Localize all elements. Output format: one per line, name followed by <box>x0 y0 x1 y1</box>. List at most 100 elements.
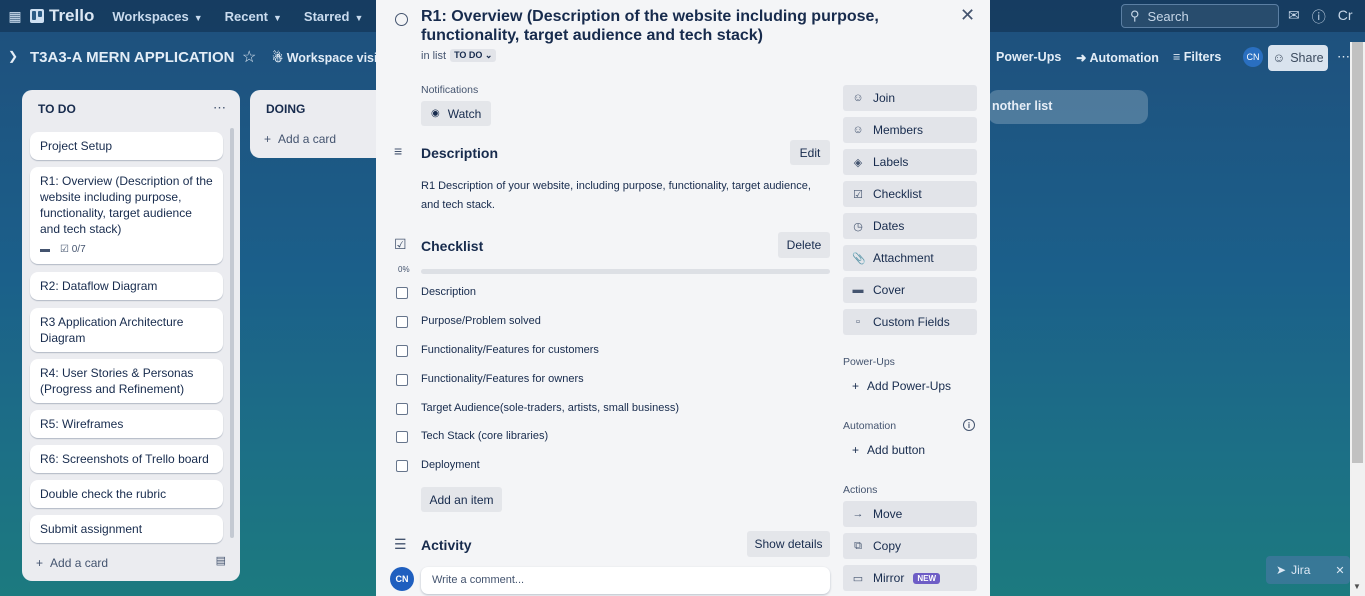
trello-logo[interactable]: Trello <box>30 6 94 26</box>
arrow-right-icon: → <box>852 508 864 520</box>
card-title[interactable]: R1: Overview (Description of the website… <box>421 7 891 45</box>
checkbox[interactable] <box>396 460 408 472</box>
plus-icon: + <box>852 443 860 457</box>
search-input[interactable]: ⚲ Search <box>1121 4 1279 28</box>
members-button[interactable]: ☺ Members <box>843 117 977 143</box>
checkbox[interactable] <box>396 431 408 443</box>
checkbox[interactable] <box>396 403 408 415</box>
watch-button[interactable]: ◉ Watch <box>421 101 491 126</box>
activity-title: Activity <box>421 537 472 553</box>
account-label[interactable]: Cr <box>1338 7 1353 27</box>
card-r6[interactable]: R6: Screenshots of Trello board <box>30 445 223 473</box>
nav-workspaces[interactable]: Workspaces ▼ <box>112 9 202 24</box>
mirror-button[interactable]: ▭ Mirror NEW <box>843 565 977 591</box>
chevron-right-icon[interactable]: ❯ <box>8 49 18 63</box>
app-switcher-icon[interactable]: ▦ <box>0 8 30 25</box>
checklist-title[interactable]: Checklist <box>421 238 483 254</box>
card-complete-radio[interactable] <box>395 13 408 26</box>
checklist-icon: ☑ <box>853 188 863 201</box>
checklist-item[interactable]: Description <box>396 286 476 299</box>
card-r3[interactable]: R3 Application Architecture Diagram <box>30 308 223 352</box>
attachment-button[interactable]: 📎 Attachment <box>843 245 977 271</box>
edit-description-button[interactable]: Edit <box>790 140 830 165</box>
scrollbar-thumb[interactable] <box>1352 42 1363 463</box>
labels-button[interactable]: ◈ Labels <box>843 149 977 175</box>
star-icon[interactable]: ☆ <box>242 47 256 67</box>
paperclip-icon: 📎 <box>852 252 866 265</box>
card-template-icon[interactable]: ▤ <box>216 554 226 567</box>
close-icon[interactable]: ✕ <box>960 5 975 26</box>
jira-icon: ➤ <box>1276 563 1287 577</box>
clock-icon: ◷ <box>853 220 863 233</box>
card-r2[interactable]: R2: Dataflow Diagram <box>30 272 223 300</box>
add-card-button[interactable]: + Add a card <box>36 556 108 570</box>
add-card-button[interactable]: + Add a card <box>264 132 336 146</box>
checklist-item[interactable]: Target Audience(sole-traders, artists, s… <box>396 402 679 415</box>
list-menu-icon[interactable]: ⋯ <box>213 100 226 116</box>
checklist-item[interactable]: Functionality/Features for owners <box>396 373 584 386</box>
more-icon[interactable]: ⋯ <box>1337 49 1350 65</box>
nav-starred[interactable]: Starred ▼ <box>304 9 363 24</box>
cover-button[interactable]: ▬ Cover <box>843 277 977 303</box>
card-rubric[interactable]: Double check the rubric <box>30 480 223 508</box>
in-list-indicator: in list TO DO ⌄ <box>421 49 497 62</box>
info-icon[interactable]: i <box>963 419 975 431</box>
dates-button[interactable]: ◷ Dates <box>843 213 977 239</box>
card-project-setup[interactable]: Project Setup <box>30 132 223 160</box>
delete-checklist-button[interactable]: Delete <box>778 232 830 258</box>
add-button-button[interactable]: + Add button <box>852 443 925 457</box>
show-details-button[interactable]: Show details <box>747 531 830 557</box>
filters-button[interactable]: ≡ Filters <box>1173 50 1221 64</box>
eye-icon: ◉ <box>431 108 440 119</box>
list-title[interactable]: TO DO <box>38 102 76 116</box>
automation-button[interactable]: ➜ Automation <box>1076 50 1159 65</box>
checkbox[interactable] <box>396 287 408 299</box>
add-checklist-item-button[interactable]: Add an item <box>421 487 502 512</box>
share-button[interactable]: ☺ Share <box>1268 45 1328 71</box>
card-r5[interactable]: R5: Wireframes <box>30 410 223 438</box>
add-another-list-button[interactable]: nother list <box>988 90 1148 124</box>
checkbox[interactable] <box>396 374 408 386</box>
list-title[interactable]: DOING <box>266 102 305 116</box>
card-r1-overview[interactable]: R1: Overview (Description of the website… <box>30 167 223 264</box>
checkbox[interactable] <box>396 345 408 357</box>
plus-icon: + <box>264 132 272 146</box>
chevron-down-icon: ▼ <box>273 12 282 23</box>
card-r4[interactable]: R4: User Stories & Personas (Progress an… <box>30 359 223 403</box>
card-submit[interactable]: Submit assignment <box>30 515 223 543</box>
join-button[interactable]: ☺ Join <box>843 85 977 111</box>
custom-fields-icon: ▫ <box>856 316 860 328</box>
nav-recent[interactable]: Recent ▼ <box>225 9 282 24</box>
copy-button[interactable]: ⧉ Copy <box>843 533 977 559</box>
move-button[interactable]: → Move <box>843 501 977 527</box>
mirror-icon: ▭ <box>852 572 864 585</box>
board-title[interactable]: T3A3-A MERN APPLICATION <box>30 49 234 66</box>
notifications-icon[interactable]: ✉ <box>1288 7 1300 27</box>
plus-icon: + <box>852 379 860 393</box>
jira-widget[interactable]: ➤ Jira ✕ <box>1266 556 1350 584</box>
list-scrollbar[interactable] <box>230 128 234 538</box>
checklist-item[interactable]: Purpose/Problem solved <box>396 315 541 328</box>
powerups-label: Power-Ups <box>843 356 895 368</box>
checklist-item[interactable]: Functionality/Features for customers <box>396 344 599 357</box>
person-icon: ☺ <box>852 92 864 104</box>
powerups-button[interactable]: Power-Ups <box>996 50 1061 64</box>
checklist-item[interactable]: Tech Stack (core libraries) <box>396 430 548 443</box>
page-scrollbar[interactable]: ▲ ▼ <box>1350 42 1365 596</box>
workspace-visibility-button[interactable]: ☃ Workspace visibi <box>272 50 389 65</box>
description-text[interactable]: R1 Description of your website, includin… <box>421 177 821 215</box>
checklist-item[interactable]: Deployment <box>396 459 480 472</box>
new-badge: NEW <box>913 572 940 584</box>
list-selector[interactable]: TO DO ⌄ <box>450 49 497 62</box>
notifications-label: Notifications <box>421 84 479 96</box>
search-icon: ⚲ <box>1130 8 1140 23</box>
checklist-button[interactable]: ☑ Checklist <box>843 181 977 207</box>
checkbox[interactable] <box>396 316 408 328</box>
custom-fields-button[interactable]: ▫ Custom Fields <box>843 309 977 335</box>
help-icon[interactable]: ⓘ <box>1312 7 1326 27</box>
add-powerups-button[interactable]: + Add Power-Ups <box>852 379 951 393</box>
close-icon[interactable]: ✕ <box>1335 564 1344 577</box>
comment-input[interactable]: Write a comment... <box>421 567 830 594</box>
avatar[interactable]: CN <box>1243 47 1263 67</box>
automation-label: Automation <box>843 420 897 432</box>
